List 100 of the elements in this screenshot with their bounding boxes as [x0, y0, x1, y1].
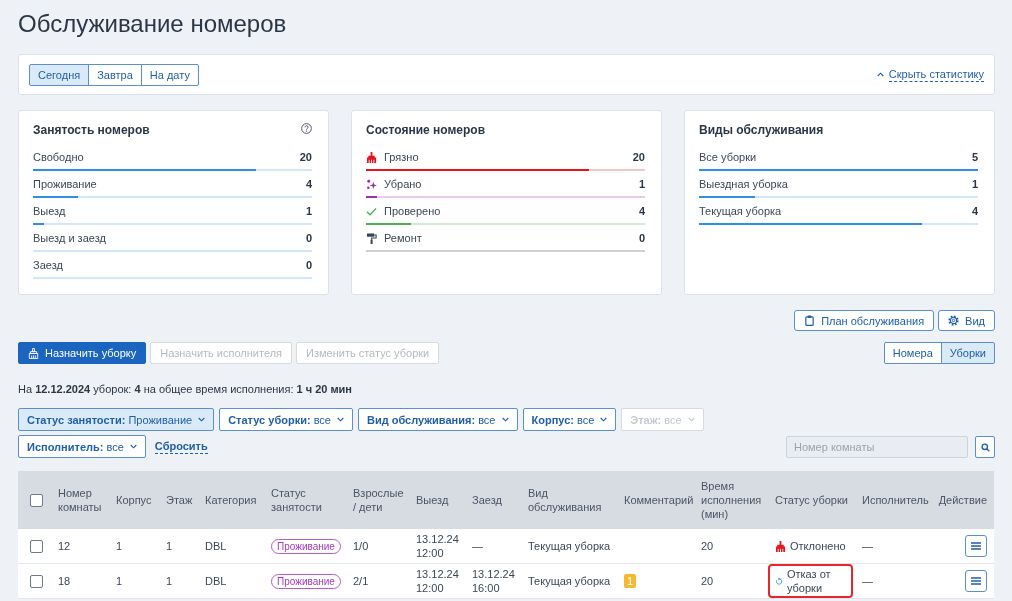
stat-label: Ремонт [384, 231, 423, 245]
column-header: Комментарий [624, 493, 694, 507]
stat-value: 5 [971, 150, 978, 164]
stat-label: Выезд [33, 204, 67, 218]
stat-value: 1 [638, 177, 645, 191]
card-title: Состояние номеров [366, 123, 486, 137]
column-header: Номер комнаты [58, 486, 103, 514]
column-header: Действие [938, 493, 987, 507]
menu-button[interactable] [965, 570, 987, 592]
room-search-field[interactable]: Номер комнаты [786, 436, 968, 458]
table-cell: 20 [701, 574, 714, 588]
stat-value: 4 [305, 177, 312, 191]
filter-dropdown[interactable]: Вид обслуживания: все [358, 408, 518, 431]
table-cell: — [862, 574, 873, 588]
reset-link[interactable]: Сбросить [154, 439, 208, 454]
table-cell: 1/0 [353, 539, 369, 553]
table-cell: 20 [701, 539, 714, 553]
brush-icon [28, 347, 39, 359]
column-header: Вид обслуживания [528, 486, 603, 514]
checkbox[interactable] [30, 539, 43, 553]
table-cell: 12 [58, 539, 71, 553]
action-button[interactable]: Назначить уборку [18, 342, 147, 364]
column-header: Корпус [116, 493, 152, 507]
card-title: Виды обслуживания [699, 123, 824, 137]
date-tab[interactable]: На дату [140, 63, 199, 86]
card-title: Занятость номеров [33, 123, 150, 137]
refresh-icon [775, 575, 783, 587]
column-header: Выезд [416, 493, 449, 507]
view-button[interactable]: Вид [938, 310, 995, 331]
column-header: Исполнитель [862, 493, 929, 507]
stat-label: Свободно [33, 150, 85, 164]
stat-value: 0 [305, 258, 312, 272]
filter-dropdown[interactable]: Статус занятости: Проживание [18, 408, 215, 431]
table-cell: Текущая уборка [528, 574, 611, 588]
table-cell: 1 [116, 539, 123, 553]
stat-value: 4 [638, 204, 645, 218]
chevron-down-icon [198, 417, 206, 422]
column-header: Заезд [472, 493, 502, 507]
date-tab[interactable]: Сегодня [29, 63, 90, 86]
table-cell: DBL [205, 539, 227, 553]
status-text: Отказ от уборки [786, 567, 832, 595]
stat-value: 1 [971, 177, 978, 191]
stat-label: Все уборки [699, 150, 758, 164]
checkbox[interactable] [30, 493, 43, 507]
stat-value: 1 [305, 204, 312, 218]
chevron-down-icon [337, 417, 344, 422]
table-cell: — [862, 539, 873, 553]
table-cell: 1 [166, 574, 173, 588]
search-button[interactable] [975, 436, 995, 458]
stat-label: Проверено [384, 204, 442, 218]
table-cell: 1 [116, 574, 123, 588]
date-tab[interactable]: Завтра [88, 63, 142, 86]
table-cell: 1 [166, 539, 173, 553]
menu-icon [971, 577, 981, 585]
stat-label: Выезд и заезд [33, 231, 107, 245]
table-cell: Текущая уборка [528, 539, 611, 553]
summary-text: На 12.12.2024 уборок: 4 на общее время исполнения: 1 ч 20 мин [18, 382, 353, 396]
filter-dropdown[interactable]: Статус уборки: все [219, 408, 353, 431]
chevron-down-icon [687, 417, 695, 422]
plan-button[interactable]: План обслуживания [794, 310, 935, 331]
chevron-down-icon [501, 417, 509, 422]
checkbox[interactable] [30, 574, 43, 588]
stat-label: Грязно [384, 150, 420, 164]
stat-value: 20 [632, 150, 645, 164]
stat-value: 0 [305, 231, 312, 245]
help-icon[interactable] [301, 122, 312, 134]
brush-icon [775, 540, 786, 552]
column-header: Статус уборки [775, 493, 848, 507]
settings-icon [948, 315, 960, 326]
column-header: Категория [205, 493, 257, 507]
status-text: Отклонено [790, 539, 846, 553]
stat-value: 20 [299, 150, 312, 164]
column-header: Время исполнения (мин) [701, 479, 763, 521]
hide-stats-link[interactable]: Скрыть статистику [876, 67, 984, 82]
stat-value: 0 [638, 231, 645, 245]
filter-dropdown[interactable]: Исполнитель: все [18, 435, 146, 458]
column-header: Этаж [166, 493, 193, 507]
search-icon [980, 442, 990, 452]
table-cell: 18 [58, 574, 71, 588]
chevron-down-icon [600, 417, 608, 422]
stat-label: Выездная уборка [699, 177, 789, 191]
mode-tab[interactable]: Уборки [940, 342, 995, 364]
table-cell: 2/1 [353, 574, 369, 588]
chevron-down-icon [129, 444, 137, 449]
stat-label: Заезд [33, 258, 64, 272]
table-cell: — [472, 539, 483, 553]
clipboard-icon [804, 315, 816, 326]
stat-value: 4 [971, 204, 978, 218]
menu-button[interactable] [965, 535, 987, 557]
mode-tab[interactable]: Номера [883, 342, 942, 364]
stat-label: Проживание [33, 177, 98, 191]
stat-label: Текущая уборка [699, 204, 783, 218]
column-header: Взрослые / дети [353, 486, 405, 514]
page-title: Обслуживание номеров [18, 9, 288, 39]
stat-label: Убрано [384, 177, 423, 191]
menu-icon [971, 542, 981, 550]
filter-dropdown[interactable]: Корпус: все [522, 408, 617, 431]
table-cell-text: 13.12.24 12:00 [416, 532, 460, 560]
table-cell-text: 13.12.24 12:00 [416, 567, 460, 595]
column-header: Статус занятости [271, 486, 323, 514]
